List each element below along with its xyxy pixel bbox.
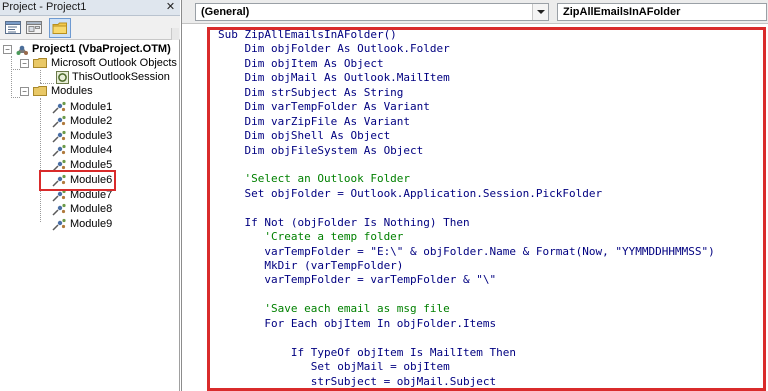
code-window: (General) ZipAllEmailsInAFolder Sub ZipA… xyxy=(181,0,768,391)
tree-label-module: Module3 xyxy=(70,130,113,142)
procedure-dropdown-value: ZipAllEmailsInAFolder xyxy=(563,6,681,18)
tree-label-outlook-objects: Microsoft Outlook Objects xyxy=(51,57,177,69)
scroll-tab[interactable] xyxy=(171,28,179,40)
tree-item-this-outlook-session[interactable]: ThisOutlookSession xyxy=(0,70,179,84)
toggle-folders-button[interactable] xyxy=(49,18,71,38)
code-window-combo-bar: (General) ZipAllEmailsInAFolder xyxy=(182,0,768,24)
module-icon xyxy=(52,101,67,114)
tree-label-project: Project1 (VbaProject.OTM) xyxy=(32,43,171,55)
project-explorer-toolbar xyxy=(0,16,180,40)
module-icon xyxy=(52,218,67,231)
code-highlight-box xyxy=(207,27,766,391)
tree-label-modules: Modules xyxy=(51,85,93,97)
project-icon xyxy=(15,43,30,56)
collapse-icon[interactable]: − xyxy=(3,45,12,54)
module-icon xyxy=(52,203,67,216)
tree-label-module: Module9 xyxy=(70,218,113,230)
procedure-dropdown[interactable]: ZipAllEmailsInAFolder xyxy=(557,3,767,21)
view-code-icon[interactable] xyxy=(4,19,22,36)
collapse-icon[interactable]: − xyxy=(20,87,29,96)
tree-item-project[interactable]: − Project1 (VbaProject.OTM) xyxy=(0,42,179,56)
project-explorer-pane: Project - Project1 ✕ − Project1 (VbaProj… xyxy=(0,0,180,391)
selected-module-highlight xyxy=(39,170,116,191)
folder-icon xyxy=(52,22,67,34)
tree-item-module3[interactable]: Module3 xyxy=(0,129,179,143)
view-object-icon[interactable] xyxy=(25,19,43,36)
close-icon[interactable]: ✕ xyxy=(164,1,177,14)
code-editor[interactable]: Sub ZipAllEmailsInAFolder() Dim objFolde… xyxy=(182,25,768,391)
project-tree: − Project1 (VbaProject.OTM) − Microsoft … xyxy=(0,42,179,391)
project-explorer-titlebar: Project - Project1 ✕ xyxy=(0,0,180,16)
module-icon xyxy=(52,144,67,157)
tree-item-modules[interactable]: − Modules xyxy=(0,84,179,98)
tree-label-this-outlook-session: ThisOutlookSession xyxy=(72,71,170,83)
tree-item-outlook-objects[interactable]: − Microsoft Outlook Objects xyxy=(0,56,179,70)
chevron-down-icon[interactable] xyxy=(532,4,548,20)
object-dropdown[interactable]: (General) xyxy=(195,3,549,21)
collapse-icon[interactable]: − xyxy=(20,59,29,68)
object-dropdown-value: (General) xyxy=(201,6,250,18)
tree-label-module: Module1 xyxy=(70,101,113,113)
tree-item-module2[interactable]: Module2 xyxy=(0,114,179,128)
tree-label-module: Module8 xyxy=(70,203,113,215)
tree-item-module8[interactable]: Module8 xyxy=(0,202,179,216)
module-icon xyxy=(52,130,67,143)
outlook-session-icon xyxy=(55,71,70,84)
folder-icon xyxy=(33,86,47,96)
tree-label-module: Module2 xyxy=(70,115,113,127)
tree-item-module4[interactable]: Module4 xyxy=(0,143,179,157)
tree-item-module1[interactable]: Module1 xyxy=(0,100,179,114)
tree-label-module: Module4 xyxy=(70,144,113,156)
module-icon xyxy=(52,115,67,128)
project-explorer-title: Project - Project1 xyxy=(2,1,87,13)
tree-item-module9[interactable]: Module9 xyxy=(0,217,179,231)
folder-icon xyxy=(33,58,47,68)
